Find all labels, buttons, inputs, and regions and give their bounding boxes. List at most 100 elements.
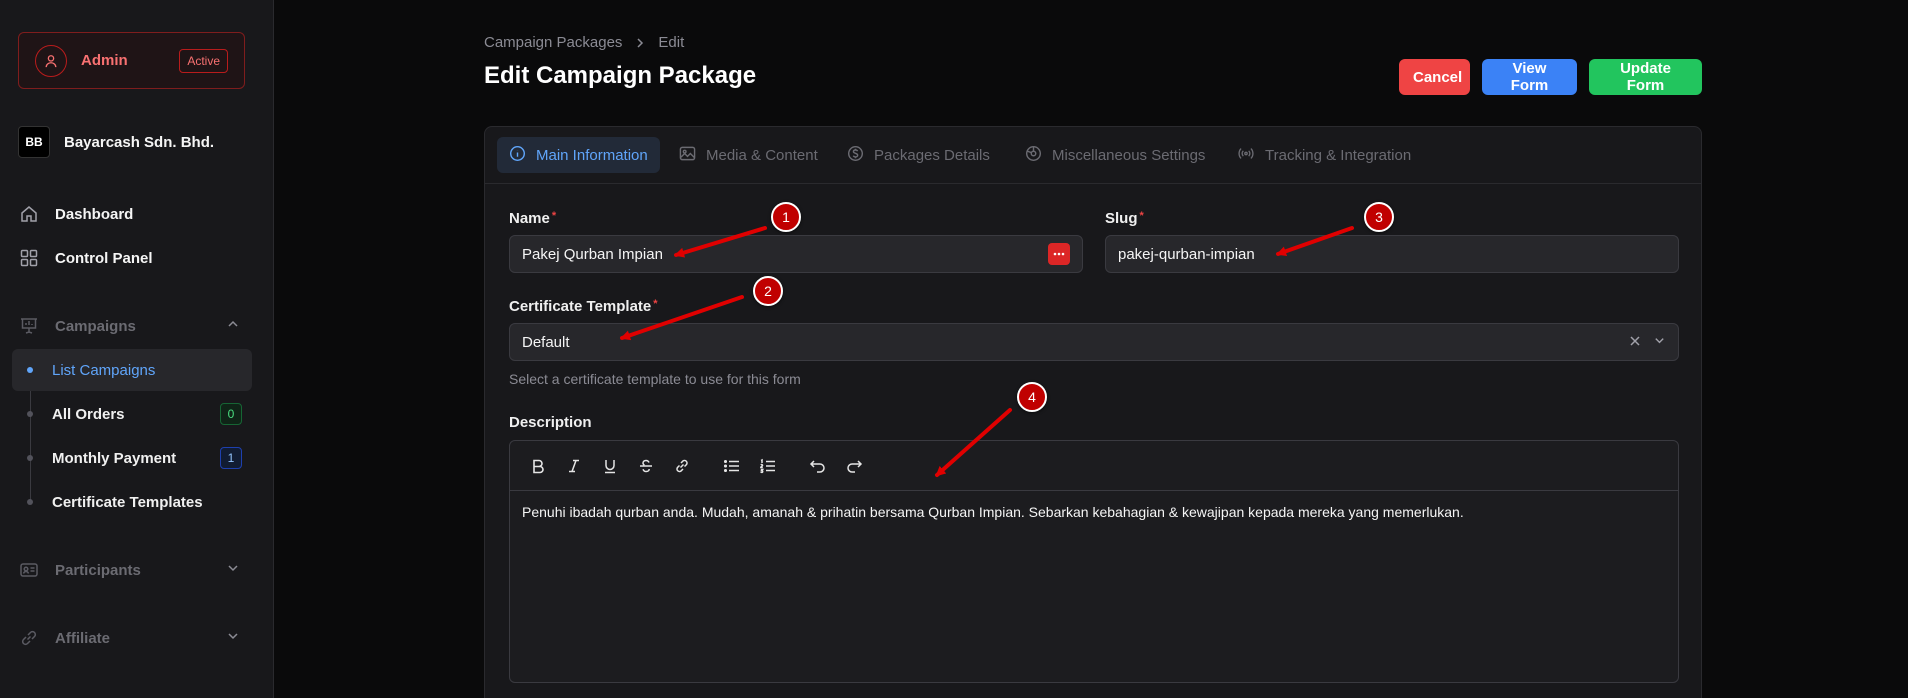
link-icon[interactable]	[670, 454, 694, 478]
chevron-down-icon	[226, 629, 240, 648]
tab-main-information[interactable]: Main Information	[497, 137, 660, 173]
app: Admin Active BB Bayarcash Sdn. Bhd. Dash…	[0, 0, 1908, 698]
sidebar-item-label: All Orders	[52, 405, 125, 423]
strikethrough-icon[interactable]	[634, 454, 658, 478]
name-field-wrapper	[509, 235, 1083, 273]
bullet-dot	[27, 367, 33, 373]
status-badge: Active	[179, 48, 228, 73]
bullet-dot	[27, 411, 33, 417]
annotation-badge-3: 3	[1364, 202, 1394, 232]
annotation-badge-4: 4	[1017, 382, 1047, 412]
admin-name: Admin	[81, 52, 128, 69]
sidebar-item-label: Dashboard	[55, 205, 134, 223]
tab-label: Tracking & Integration	[1265, 146, 1412, 164]
select-value: Default	[522, 333, 570, 351]
cancel-button[interactable]: Cancel	[1399, 59, 1470, 95]
sidebar-item-label: Affiliate	[55, 629, 111, 647]
sidebar-item-list-campaigns[interactable]: List Campaigns	[12, 349, 252, 391]
sidebar-item-label: Control Panel	[55, 249, 153, 267]
id-card-icon	[18, 559, 40, 581]
org-logo: BB	[18, 126, 50, 158]
chevron-down-icon[interactable]	[1653, 334, 1666, 351]
certificate-template-select[interactable]: Default	[509, 323, 1679, 361]
tab-tracking-integration[interactable]: Tracking & Integration	[1225, 137, 1423, 173]
sidebar-group-campaigns[interactable]: Campaigns	[18, 315, 248, 337]
slug-label-text: Slug	[1105, 210, 1138, 227]
breadcrumb-current: Edit	[658, 34, 685, 51]
user-icon	[35, 44, 67, 77]
tab-bar: Main Information Media & Content Package…	[485, 127, 1701, 184]
home-icon	[18, 203, 40, 225]
certificate-label-text: Certificate Template	[509, 298, 652, 315]
image-icon	[679, 145, 696, 166]
bullet-dot	[27, 455, 33, 461]
tab-label: Packages Details	[874, 146, 990, 164]
sidebar-item-monthly-payment[interactable]: Monthly Payment 1	[12, 437, 252, 479]
link-icon	[18, 627, 40, 649]
tab-label: Main Information	[536, 146, 648, 164]
count-badge: 0	[220, 403, 242, 425]
sidebar-item-control-panel[interactable]: Control Panel	[18, 247, 248, 269]
dollar-icon	[847, 145, 864, 166]
breadcrumb: Campaign Packages Edit	[484, 34, 684, 51]
sidebar-group-affiliate[interactable]: Affiliate	[18, 627, 248, 649]
name-label: Name *	[509, 210, 556, 227]
sidebar-item-label: List Campaigns	[52, 361, 156, 379]
required-marker: *	[1139, 210, 1144, 222]
chevron-up-icon	[226, 317, 240, 336]
organization[interactable]: BB Bayarcash Sdn. Bhd.	[18, 126, 214, 158]
update-form-button[interactable]: Update Form	[1589, 59, 1702, 95]
sidebar-item-certificate-templates[interactable]: Certificate Templates	[12, 481, 252, 523]
bold-icon[interactable]	[526, 454, 550, 478]
tab-media-content[interactable]: Media & Content	[667, 137, 830, 173]
org-name: Bayarcash Sdn. Bhd.	[64, 133, 215, 151]
sidebar-item-all-orders[interactable]: All Orders 0	[12, 393, 252, 435]
tab-label: Media & Content	[706, 146, 818, 164]
sidebar: Admin Active BB Bayarcash Sdn. Bhd. Dash…	[0, 0, 274, 698]
select-actions	[1629, 334, 1666, 351]
sidebar-item-label: Participants	[55, 561, 141, 579]
count-badge: 1	[220, 447, 242, 469]
page-title: Edit Campaign Package	[484, 62, 757, 89]
sidebar-item-dashboard[interactable]: Dashboard	[18, 203, 248, 225]
description-editor: Penuhi ibadah qurban anda. Mudah, amanah…	[509, 440, 1679, 683]
redo-icon[interactable]	[842, 454, 866, 478]
settings-icon	[1025, 145, 1042, 166]
tab-miscellaneous-settings[interactable]: Miscellaneous Settings	[1013, 137, 1217, 173]
slug-label: Slug *	[1105, 210, 1144, 227]
admin-card[interactable]: Admin Active	[18, 32, 245, 89]
underline-icon[interactable]	[598, 454, 622, 478]
bullet-list-icon[interactable]	[720, 454, 744, 478]
presentation-chart-icon	[18, 315, 40, 337]
chevron-right-icon	[634, 37, 646, 49]
signal-icon	[1237, 145, 1255, 166]
more-options-icon[interactable]	[1048, 243, 1070, 265]
slug-input[interactable]	[1118, 245, 1666, 263]
sidebar-item-label: Certificate Templates	[52, 493, 203, 511]
description-content[interactable]: Penuhi ibadah qurban anda. Mudah, amanah…	[510, 491, 1678, 535]
sidebar-item-label: Campaigns	[55, 317, 136, 335]
sidebar-group-participants[interactable]: Participants	[18, 559, 248, 581]
sidebar-item-label: Monthly Payment	[52, 449, 177, 467]
bullet-dot	[27, 499, 33, 505]
description-label: Description	[509, 414, 592, 431]
clear-icon[interactable]	[1629, 334, 1641, 351]
numbered-list-icon[interactable]	[756, 454, 780, 478]
name-input[interactable]	[522, 245, 1048, 263]
info-icon	[509, 145, 526, 166]
view-form-button[interactable]: View Form	[1482, 59, 1577, 95]
editor-toolbar	[510, 441, 1678, 491]
required-marker: *	[653, 298, 658, 310]
chevron-down-icon	[226, 561, 240, 580]
form-panel: Main Information Media & Content Package…	[484, 126, 1702, 698]
tab-label: Miscellaneous Settings	[1052, 146, 1206, 164]
breadcrumb-link[interactable]: Campaign Packages	[484, 34, 622, 51]
annotation-badge-2: 2	[753, 276, 783, 306]
required-marker: *	[551, 210, 557, 222]
certificate-helper-text: Select a certificate template to use for…	[509, 371, 801, 387]
undo-icon[interactable]	[806, 454, 830, 478]
tab-packages-details[interactable]: Packages Details	[835, 137, 1002, 173]
italic-icon[interactable]	[562, 454, 586, 478]
name-label-text: Name	[509, 210, 550, 227]
slug-field-wrapper	[1105, 235, 1679, 273]
